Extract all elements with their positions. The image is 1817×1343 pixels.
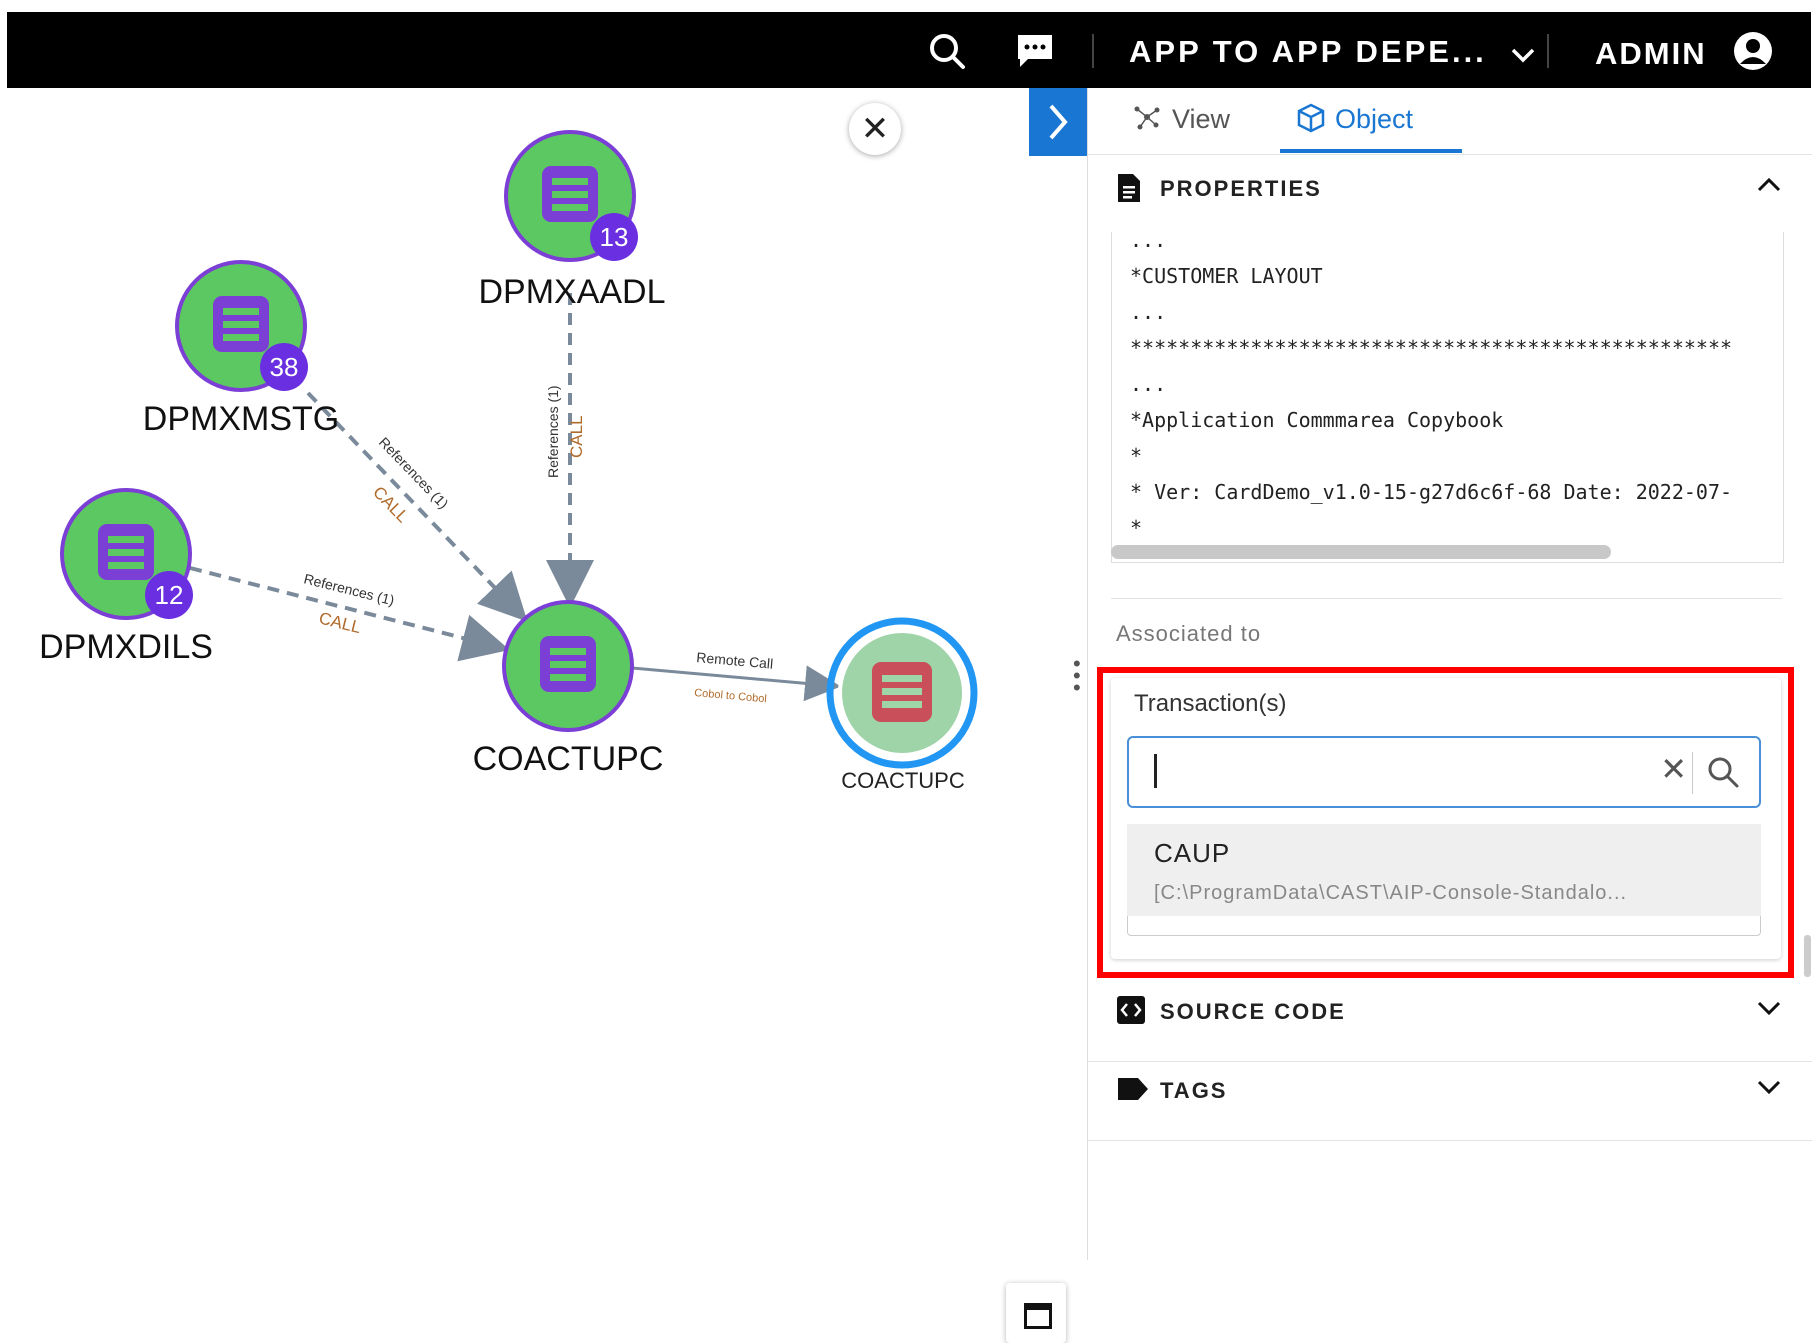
divider [1088,1140,1812,1141]
code-line: ... [1130,372,1167,396]
tag-icon [1116,1076,1150,1107]
code-line: ... [1130,232,1167,252]
node-label: DPMXMSTG [142,400,340,438]
highlight-box [1097,667,1794,978]
graph-canvas: References (1) CALL References (1) CALL … [60,130,978,769]
edge-coactupc-remote[interactable] [631,665,841,702]
edge-label: Remote Call [696,649,774,672]
node-label: COACTUPC [472,740,664,778]
code-icon [1116,995,1146,1030]
tab-object-label: Object [1335,104,1414,134]
window-icon[interactable] [1006,1283,1066,1343]
cube-icon [1297,103,1325,133]
edge-label: References (1) [545,385,561,478]
chevron-down-icon [1510,36,1536,72]
panel-tabs: View Object [1088,88,1812,155]
code-line: *Application Commmarea Copybook [1130,408,1504,432]
tab-view-label: View [1172,104,1231,134]
properties-title: PROPERTIES [1160,176,1322,201]
node-badge: 38 [270,352,299,382]
code-line: * [1130,444,1143,468]
properties-header[interactable]: PROPERTIES [1088,154,1812,224]
tab-view[interactable]: View [1132,102,1230,135]
graph-node-dpmxaadl[interactable]: 13 [504,130,638,262]
node-badge: 12 [155,580,184,610]
associated-to-label: Associated to [1116,621,1262,646]
graph-node-dpmxdils[interactable]: 12 [60,488,193,620]
vertical-scrollbar[interactable] [1804,935,1811,977]
code-line: * [1130,516,1143,540]
network-icon [1134,106,1160,130]
chat-icon[interactable] [1014,31,1056,76]
horizontal-scrollbar[interactable] [1111,545,1611,559]
tags-header[interactable]: TAGS [1088,1056,1812,1126]
tags-title: TAGS [1160,1078,1228,1103]
source-code-header[interactable]: SOURCE CODE [1088,977,1812,1047]
dependency-graph[interactable]: References (1) CALL References (1) CALL … [0,88,1085,1343]
tab-object[interactable]: Object [1295,102,1413,135]
topbar-separator [1092,34,1094,68]
top-bar: APP TO APP DEPE... ADMIN [7,12,1811,88]
code-line: ****************************************… [1130,336,1733,360]
node-label: COACTUPC [841,768,965,793]
node-badge: 13 [600,222,629,252]
resize-handle-icon[interactable]: • • • [1073,653,1081,699]
edge-label: References (1) [302,570,396,608]
graph-node-dpmxmstg[interactable]: 38 [175,260,308,392]
graph-node-coactupc[interactable] [502,600,634,732]
properties-code-view[interactable]: ... *CUSTOMER LAYOUT ... ***************… [1111,232,1784,563]
user-avatar-icon[interactable] [1732,30,1774,77]
node-label: DPMXAADL [478,273,666,311]
app-selector[interactable]: APP TO APP DEPE... [1129,34,1536,72]
divider [1111,598,1782,599]
document-icon [1116,172,1142,209]
edge-sublabel: CALL [567,415,586,458]
graph-node-coactupc-target[interactable] [826,617,978,769]
code-line: *CUSTOMER LAYOUT [1130,264,1323,288]
close-icon[interactable]: ✕ [849,103,901,155]
chevron-down-icon[interactable] [1756,1078,1782,1101]
panel-collapse-button[interactable] [1029,88,1087,156]
edge-sublabel: Cobol to Cobol [694,687,768,705]
topbar-separator [1547,34,1549,68]
node-label: DPMXDILS [39,628,213,666]
search-icon[interactable] [927,31,967,76]
chevron-up-icon[interactable] [1756,176,1782,199]
edge-sublabel: CALL [317,608,363,637]
app-name: APP TO APP DEPE... [1129,34,1487,69]
code-line: * Ver: CardDemo_v1.0-15-g27d6c6f-68 Date… [1130,480,1733,504]
active-tab-indicator [1280,149,1462,153]
edge-sublabel: CALL [369,483,412,527]
code-line: ... [1130,300,1167,324]
chevron-right-icon [1049,104,1068,140]
user-name[interactable]: ADMIN [1595,36,1707,72]
source-code-title: SOURCE CODE [1160,999,1346,1024]
chevron-down-icon[interactable] [1756,999,1782,1022]
